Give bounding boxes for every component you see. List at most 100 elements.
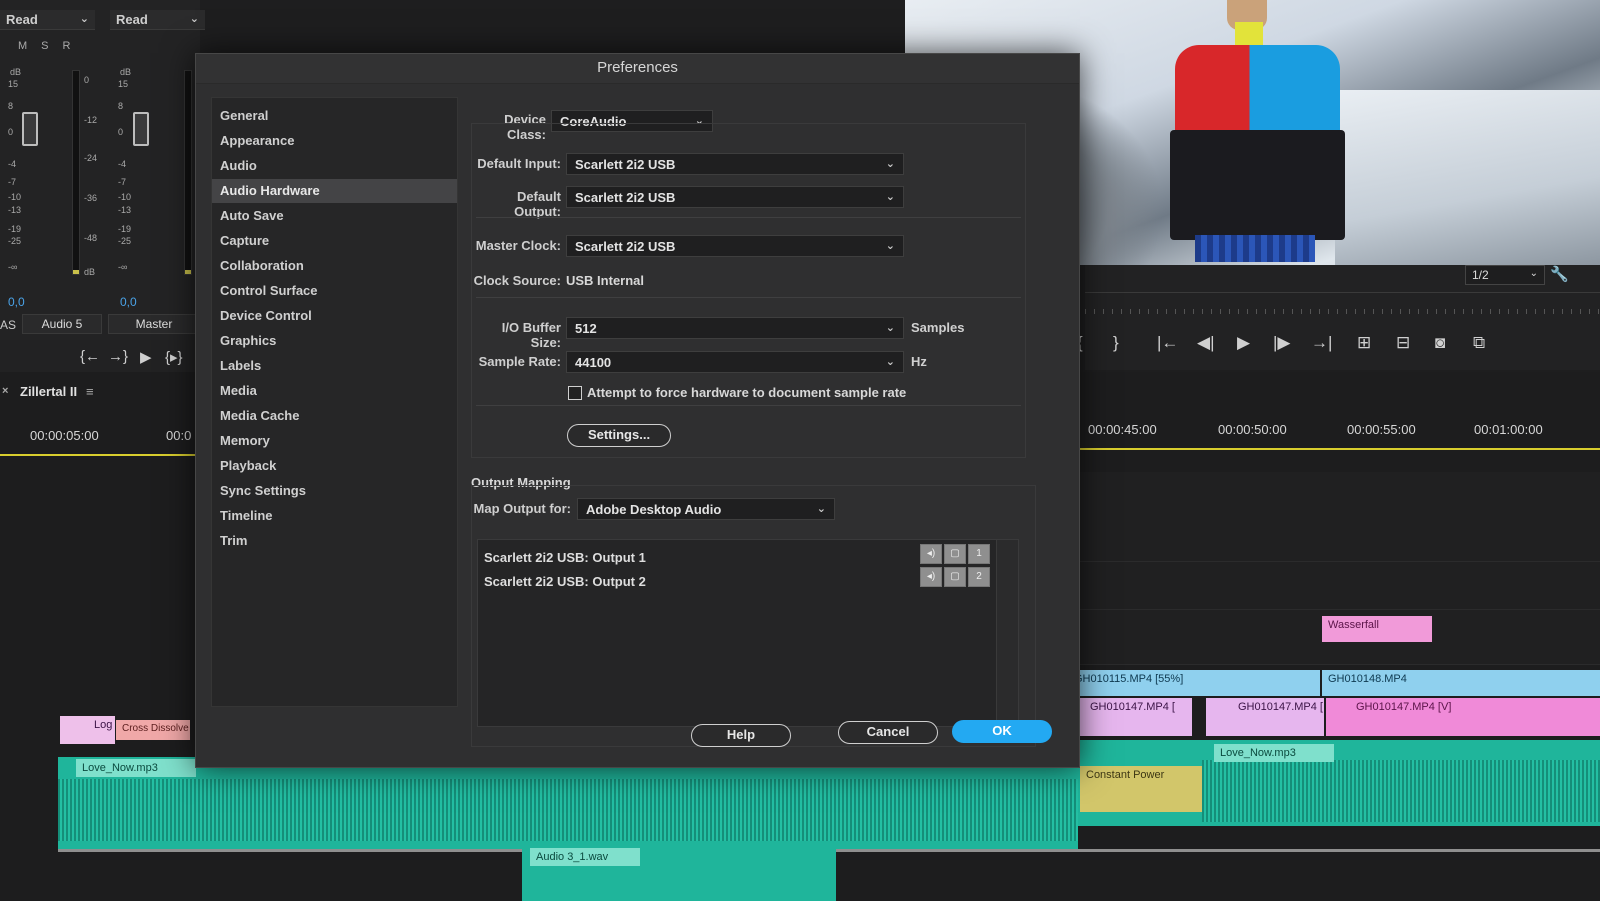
channel-box-icon[interactable]: ▢ xyxy=(944,567,966,587)
nav-item-audio-hardware[interactable]: Audio Hardware xyxy=(212,179,457,203)
map-output-select[interactable]: Adobe Desktop Audio ⌄ xyxy=(577,498,835,520)
step-back-icon[interactable]: ◀| xyxy=(1197,333,1215,353)
play-icon[interactable]: ▶ xyxy=(1237,333,1250,353)
clip-log[interactable]: Log xyxy=(60,716,115,744)
clip-gh115[interactable]: GH010115.MP4 [55%] xyxy=(1068,670,1320,696)
default-output-select[interactable]: Scarlett 2i2 USB ⌄ xyxy=(566,186,904,208)
nav-item-capture[interactable]: Capture xyxy=(212,229,457,253)
scale-tick: -4 xyxy=(118,159,127,169)
output-row-2[interactable]: Scarlett 2i2 USB: Output 2 xyxy=(484,574,646,589)
wrench-icon[interactable]: 🔧 xyxy=(1550,265,1569,283)
nav-item-media[interactable]: Media xyxy=(212,379,457,403)
ch1-volume-value[interactable]: 0,0 xyxy=(8,295,25,309)
nav-item-graphics[interactable]: Graphics xyxy=(212,329,457,353)
nav-item-media-cache[interactable]: Media Cache xyxy=(212,404,457,428)
play-icon[interactable]: ▶ xyxy=(140,348,152,366)
work-area-bar[interactable] xyxy=(1065,448,1600,450)
scale-tick: 0 xyxy=(8,127,14,137)
clip-wasserfall[interactable]: Wasserfall xyxy=(1322,616,1432,642)
speaker-icon[interactable]: ◂) xyxy=(920,544,942,564)
nav-item-audio[interactable]: Audio xyxy=(212,154,457,178)
work-area-bar[interactable] xyxy=(0,454,200,456)
clip-label: Audio 3_1.wav xyxy=(536,851,609,863)
go-to-in-icon[interactable]: |← xyxy=(1157,333,1178,353)
cancel-button[interactable]: Cancel xyxy=(838,721,938,744)
force-sample-rate-checkbox[interactable] xyxy=(568,386,582,400)
zoom-select[interactable]: 1/2 ⌄ xyxy=(1465,265,1545,285)
help-button[interactable]: Help xyxy=(691,724,791,747)
settings-button[interactable]: Settings... xyxy=(567,424,671,447)
scale-tick: -24 xyxy=(84,153,98,163)
scale-tick: -12 xyxy=(84,115,98,125)
clip-label-box: Love_Now.mp3 xyxy=(76,759,196,777)
speaker-icon[interactable]: ◂) xyxy=(920,567,942,587)
nav-item-control-surface[interactable]: Control Surface xyxy=(212,279,457,303)
audio-clip-love-now[interactable]: Love_Now.mp3 xyxy=(58,757,1078,849)
master-clock-select[interactable]: Scarlett 2i2 USB ⌄ xyxy=(566,235,904,257)
output-row-1[interactable]: Scarlett 2i2 USB: Output 1 xyxy=(484,550,646,565)
go-to-in-icon[interactable]: {← xyxy=(80,348,100,365)
nav-item-timeline[interactable]: Timeline xyxy=(212,504,457,528)
list-scrollbar[interactable] xyxy=(996,540,1018,726)
record-button[interactable]: R xyxy=(63,40,85,52)
compare-view-icon[interactable]: ⧉ xyxy=(1473,333,1485,353)
audio-clip-love-now-2[interactable]: Love_Now.mp3 Constant Power xyxy=(1078,740,1600,826)
nav-item-sync-settings[interactable]: Sync Settings xyxy=(212,479,457,503)
monitor-time-ruler[interactable] xyxy=(1085,292,1600,314)
mark-out-icon[interactable]: } xyxy=(1113,333,1119,353)
lift-icon[interactable]: ⊞ xyxy=(1357,333,1371,353)
audio-clip-audio3[interactable]: Audio 3_1.wav xyxy=(522,846,836,901)
ch1-name: Audio 5 xyxy=(22,314,102,334)
default-input-select[interactable]: Scarlett 2i2 USB ⌄ xyxy=(566,153,904,175)
chevron-down-icon: ⌄ xyxy=(885,191,895,203)
play-in-to-out-icon[interactable]: {▸} xyxy=(165,348,183,366)
ch2-automation-dropdown[interactable]: Read ⌄ xyxy=(110,10,205,30)
buffer-size-select[interactable]: 512 ⌄ xyxy=(566,317,904,339)
scale-tick: -10 xyxy=(118,192,132,202)
clip-gh147a[interactable]: GH010147.MP4 [ xyxy=(1068,698,1192,736)
extract-icon[interactable]: ⊟ xyxy=(1396,333,1410,353)
nav-item-playback[interactable]: Playback xyxy=(212,454,457,478)
zoom-value: 1/2 xyxy=(1472,268,1489,282)
nav-item-device-control[interactable]: Device Control xyxy=(212,304,457,328)
nav-item-collaboration[interactable]: Collaboration xyxy=(212,254,457,278)
solo-button[interactable]: S xyxy=(41,40,62,52)
nav-item-auto-save[interactable]: Auto Save xyxy=(212,204,457,228)
menu-icon[interactable]: ≡ xyxy=(86,384,94,399)
dialog-title: Preferences xyxy=(196,54,1079,84)
output-number-badge: 1 xyxy=(968,544,990,564)
volume-fader-ch1[interactable] xyxy=(22,112,38,146)
clip-gh148[interactable]: GH010148.MP4 xyxy=(1322,670,1600,696)
clip-label: Love_Now.mp3 xyxy=(82,762,158,774)
msr-buttons[interactable]: MSR xyxy=(18,40,84,52)
nav-item-memory[interactable]: Memory xyxy=(212,429,457,453)
clock-source-label: Clock Source: xyxy=(473,273,561,288)
ch1-automation-dropdown[interactable]: Read ⌄ xyxy=(0,10,95,30)
go-to-out-icon[interactable]: →| xyxy=(1311,333,1332,353)
transition-constant-power[interactable]: Constant Power xyxy=(1080,766,1202,812)
clip-label: GH010115.MP4 [55%] xyxy=(1074,673,1184,685)
transition-cross-dissolve[interactable]: Cross Dissolve xyxy=(116,720,190,740)
ch2-volume-value[interactable]: 0,0 xyxy=(120,295,137,309)
ruler-time: 00:00:05:00 xyxy=(30,428,99,443)
clip-gh147v[interactable]: GH010147.MP4 [V] xyxy=(1326,698,1600,736)
mute-button[interactable]: M xyxy=(18,40,41,52)
ok-button[interactable]: OK xyxy=(952,720,1052,743)
video-track xyxy=(1065,472,1600,562)
scale-tick: 15 xyxy=(8,79,19,89)
clip-label: GH010148.MP4 xyxy=(1328,673,1407,685)
go-to-out-icon[interactable]: →} xyxy=(108,348,128,365)
nav-item-trim[interactable]: Trim xyxy=(212,529,457,553)
channel-box-icon[interactable]: ▢ xyxy=(944,544,966,564)
output-channel: Output 2 xyxy=(592,574,646,589)
nav-item-labels[interactable]: Labels xyxy=(212,354,457,378)
nav-item-appearance[interactable]: Appearance xyxy=(212,129,457,153)
step-forward-icon[interactable]: |▶ xyxy=(1273,333,1291,353)
nav-item-general[interactable]: General xyxy=(212,104,457,128)
sample-rate-select[interactable]: 44100 ⌄ xyxy=(566,351,904,373)
clip-gh147b[interactable]: GH010147.MP4 [ xyxy=(1206,698,1324,736)
volume-fader-ch2[interactable] xyxy=(133,112,149,146)
close-icon[interactable]: × xyxy=(2,385,8,397)
camera-icon[interactable]: ◙ xyxy=(1435,333,1445,353)
sequence-tab[interactable]: × Zillertal II ≡ xyxy=(0,382,110,404)
